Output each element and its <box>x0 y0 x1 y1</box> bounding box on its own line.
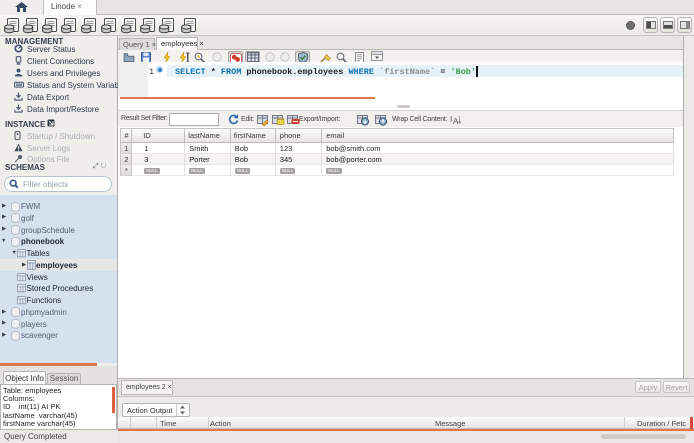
svg-text:I: I <box>450 115 452 124</box>
